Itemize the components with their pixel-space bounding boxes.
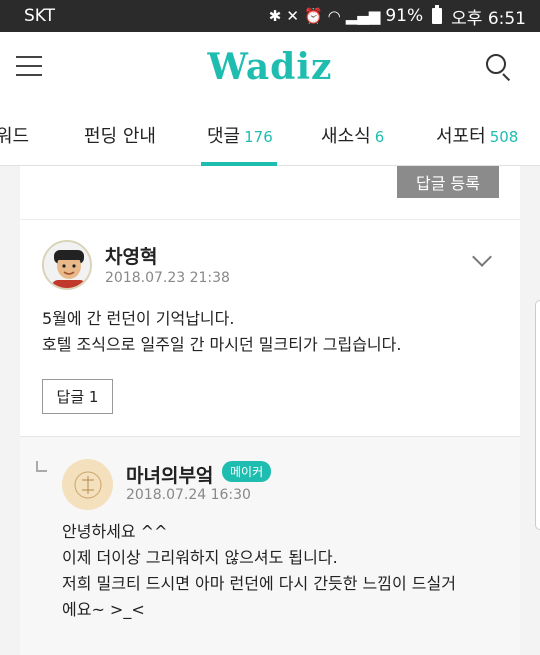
battery-percent: 91%: [385, 6, 424, 26]
tab-news[interactable]: 새소식 6: [321, 122, 384, 148]
wadiz-logo[interactable]: Wadiz: [208, 46, 333, 88]
mute-icon: ✕: [286, 7, 299, 25]
signal-icon: ▂▄▆: [345, 7, 381, 25]
reply-toggle-button[interactable]: 답글 1: [42, 379, 113, 414]
tab-supporters[interactable]: 서포터 508: [436, 122, 518, 148]
comment-author[interactable]: 차영혁: [105, 242, 157, 269]
submit-reply-button[interactable]: 답글 등록: [397, 166, 499, 198]
wifi-icon: ◠: [327, 7, 341, 25]
tab-reward[interactable]: 워드: [0, 122, 29, 148]
comment-body: 5월에 간 런던이 기억납니다. 호텔 조식으로 일주일 간 마시던 밀크티가 …: [42, 309, 402, 354]
divider: [20, 219, 520, 220]
battery-icon: [432, 5, 443, 24]
app-header: Wadiz: [0, 32, 540, 102]
project-tabs: 워드 펀딩 안내 댓글 176 새소식 6 서포터 508: [0, 102, 540, 166]
avatar: [42, 240, 92, 290]
tab-comments[interactable]: 댓글 176: [207, 122, 273, 148]
reply-author[interactable]: 마녀의부엌: [126, 461, 213, 488]
reply-arrow-icon: [36, 461, 47, 472]
maker-avatar: [62, 459, 113, 510]
carrier-label: SKT: [24, 6, 56, 26]
clock: 오후 6:51: [451, 8, 526, 29]
supporter-count: 508: [489, 128, 519, 146]
maker-logo-icon: [74, 471, 101, 498]
comments-panel: 답글 등록 차영혁 2018.07.23 21:38 5월에 간 런던이 기억납…: [20, 166, 520, 655]
news-count: 6: [374, 128, 385, 146]
search-icon[interactable]: [486, 54, 511, 82]
edge-panel-handle[interactable]: [535, 300, 540, 530]
reply-date: 2018.07.24 16:30: [126, 487, 251, 503]
bluetooth-icon: ✱: [268, 7, 282, 25]
maker-reply: 마녀의부엌 메이커 2018.07.24 16:30 안녕하세요 ^^ 이제 더…: [20, 436, 520, 655]
comment-date: 2018.07.23 21:38: [105, 270, 230, 286]
tab-funding-guide[interactable]: 펀딩 안내: [84, 122, 156, 148]
hamburger-icon[interactable]: [16, 56, 42, 76]
status-icons: ✱ ✕ ⏰ ◠ ▂▄▆ 91% 오후 6:51: [269, 4, 526, 29]
chevron-down-icon[interactable]: [472, 247, 492, 267]
alarm-icon: ⏰: [303, 7, 323, 25]
comment-count: 176: [244, 128, 273, 146]
status-bar: SKT ✱ ✕ ⏰ ◠ ▂▄▆ 91% 오후 6:51: [0, 0, 540, 32]
reply-body: 안녕하세요 ^^ 이제 더이상 그리워하지 않으셔도 됩니다. 저희 밀크티 드…: [62, 522, 456, 619]
user-avatar-illustration: [44, 242, 90, 288]
maker-badge: 메이커: [222, 461, 272, 482]
